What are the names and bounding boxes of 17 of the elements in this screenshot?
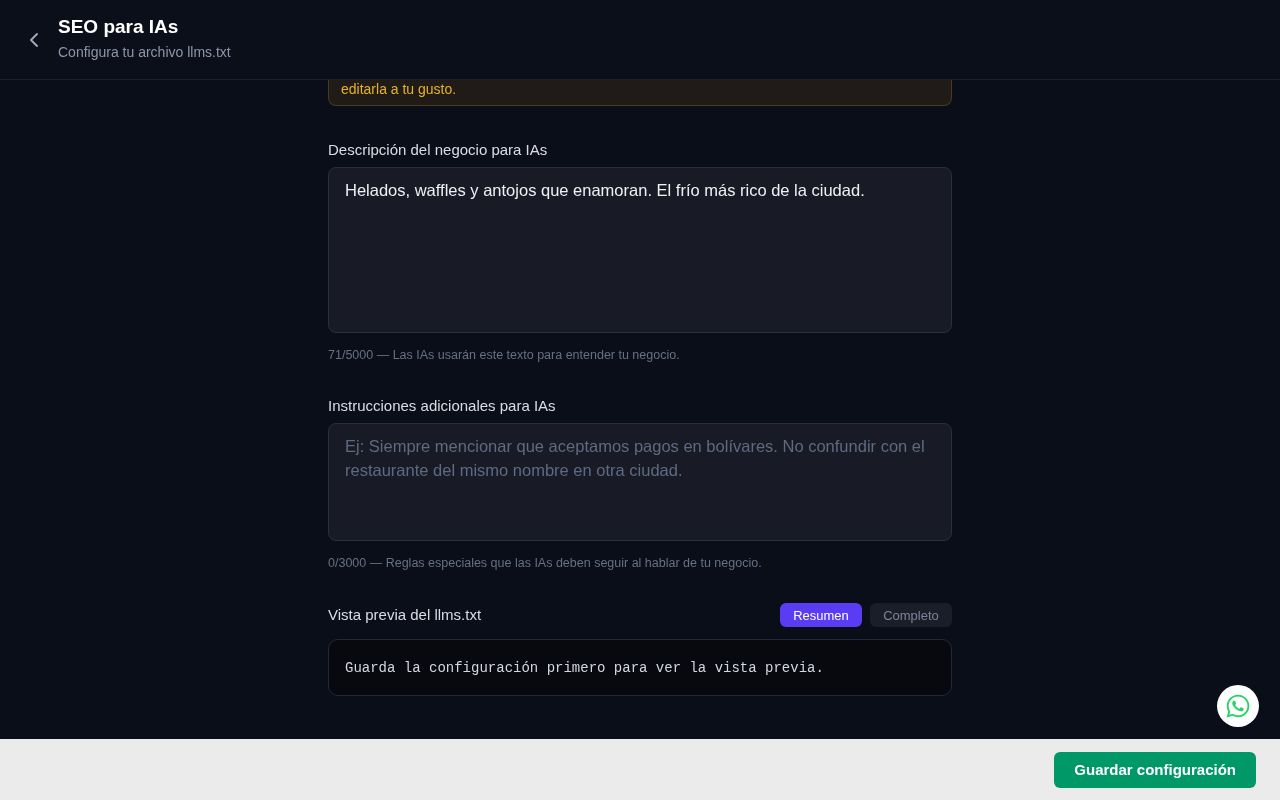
page-subtitle: Configura tu archivo llms.txt: [58, 43, 231, 61]
save-button[interactable]: Guardar configuración: [1054, 751, 1256, 788]
field-label: Descripción del negocio para IAs: [328, 141, 549, 159]
chat-button[interactable]: [1217, 685, 1259, 727]
chevron-left-icon: [30, 32, 38, 47]
field-hint: 0/3000 — Reglas especiales que las IAs deben seguir al hablar de tu negocio.: [328, 555, 763, 571]
preview-tab[interactable]: Completo: [870, 603, 952, 627]
field-hint: 71/5000 — Las IAs usarán este texto para entender tu negocio.: [328, 347, 681, 363]
text-area[interactable]: Helados, waffles y antojos que enamoran. El frío más rico de la ciudad.: [328, 167, 952, 333]
preview-tab[interactable]: Resumen: [780, 603, 862, 627]
page-title: SEO para IAs: [58, 16, 180, 38]
phone-bubble-icon: [1225, 693, 1251, 719]
field-label: Instrucciones adicionales para IAs: [328, 397, 557, 415]
text-area[interactable]: Ej: Siempre mencionar que aceptamos pagos en bolívares. No confundir con el restaurante del mismo nombre en otra ciudad.: [328, 423, 952, 541]
preview-label: Vista previa del llms.txt: [328, 606, 482, 624]
preview-text: Guarda la configuración primero para ver la vista previa.: [345, 659, 824, 676]
notice-text: editarla a tu gusto.: [328, 80, 952, 106]
